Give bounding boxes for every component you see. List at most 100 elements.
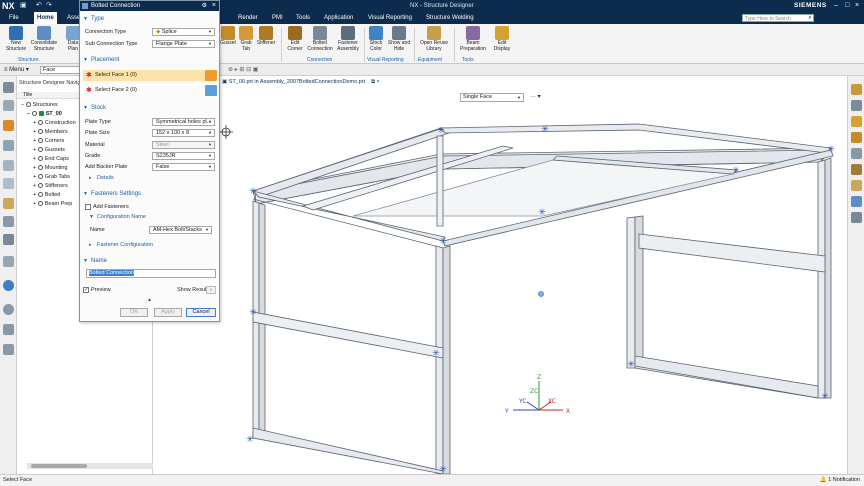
undo-icon[interactable]: ↶	[36, 0, 42, 12]
plate-size-dropdown[interactable]: 152 x 100 x 8 ▼	[152, 129, 215, 137]
face-select-icon[interactable]	[205, 85, 217, 96]
select-face-1[interactable]: ✱ Select Face 1 (0)	[83, 70, 217, 81]
visibility-icon[interactable]	[25, 102, 31, 108]
redo-icon[interactable]: ↷	[46, 0, 52, 12]
section-details[interactable]: ▸ Details	[89, 174, 114, 182]
plate-type-dropdown[interactable]: Symmetrical holes pl... ▼	[152, 118, 215, 126]
section-fastener-configuration[interactable]: ▸ Fastener Configuration	[89, 241, 153, 249]
close-icon[interactable]: ×	[212, 1, 216, 11]
structure-navigator-icon[interactable]	[3, 120, 14, 131]
plus-icon[interactable]: +	[33, 183, 38, 189]
section-name[interactable]: ▼ Name	[83, 257, 107, 265]
color-icon[interactable]	[851, 196, 862, 207]
section-fasteners-settings[interactable]: ▼ Fasteners Settings	[83, 190, 141, 198]
selection-intent-dropdown[interactable]: Single Face ▼	[460, 93, 524, 102]
data-plan-button[interactable]: Data Plan	[66, 26, 80, 52]
add-fasteners-checkbox[interactable]	[85, 204, 91, 210]
visibility-icon[interactable]	[37, 138, 43, 144]
notification-badge[interactable]: 🔔 1 Notification	[820, 475, 860, 486]
tab-close-icon[interactable]: ⧉ ×	[371, 79, 380, 85]
corner-icon[interactable]	[851, 132, 862, 143]
plus-icon[interactable]: +	[33, 138, 38, 144]
menu-button[interactable]: ≡ Menu ▾	[4, 66, 29, 73]
visibility-icon[interactable]	[37, 165, 43, 171]
member-icon[interactable]	[851, 84, 862, 95]
section-configuration-name[interactable]: ▼ Configuration Name	[89, 213, 146, 221]
preview-checkbox[interactable]: ✓	[83, 287, 89, 293]
weld-icon[interactable]	[851, 116, 862, 127]
ok-button[interactable]: OK	[120, 308, 148, 317]
config-name-dropdown[interactable]: AM-Hex Bolt/Stacks ▼	[149, 226, 212, 234]
save-icon[interactable]: ▣	[20, 0, 27, 12]
snap-tools-icon[interactable]: ⊕ ▸ ⊞ ⊟ ▣	[228, 66, 258, 73]
section-placement[interactable]: ▼ Placement	[83, 56, 119, 64]
grade-dropdown[interactable]: S235JR ▼	[152, 152, 215, 160]
connection-icon[interactable]	[851, 180, 862, 191]
structure-model[interactable]: ✳ ✳ ✳ ✳ ✳ ✳ ✳ ✳ ✳ ✳ ✳ ✳ ✳ Z ZC X Y YC XC	[153, 76, 847, 474]
tab-file[interactable]: File	[6, 12, 22, 24]
tab-tools[interactable]: Tools	[293, 12, 313, 24]
visibility-icon[interactable]	[37, 147, 43, 153]
plus-icon[interactable]: +	[33, 201, 38, 207]
stock-color-button[interactable]: Stock Color	[367, 26, 385, 52]
tab-render[interactable]: Render	[235, 12, 261, 24]
apply-button[interactable]: Apply	[154, 308, 182, 317]
part-file-tab[interactable]: ▣ ST_00.prt in Assembly_2007BoltedConnec…	[222, 78, 380, 87]
roles-icon[interactable]	[3, 324, 14, 335]
beam-icon[interactable]	[851, 100, 862, 111]
select-face-2[interactable]: ✱ Select Face 2 (0)	[83, 85, 217, 96]
edit-display-button[interactable]: Edit Display	[491, 26, 513, 52]
section-type[interactable]: ▼ Type	[83, 15, 104, 23]
visibility-icon[interactable]	[37, 183, 43, 189]
system-materials-icon[interactable]	[3, 256, 14, 267]
visibility-icon[interactable]	[37, 192, 43, 198]
section-stock[interactable]: ▼ Stock	[83, 104, 106, 112]
type-filter-dropdown[interactable]: Face	[40, 66, 84, 74]
beam-preparation-button[interactable]: Beam Preparation	[457, 26, 489, 52]
visibility-icon[interactable]	[31, 111, 37, 117]
sub-connection-type-dropdown[interactable]: Flange Plate ▼	[152, 40, 215, 48]
plus-icon[interactable]: +	[33, 129, 38, 135]
display-icon[interactable]	[851, 212, 862, 223]
globe-icon[interactable]	[3, 280, 14, 291]
reuse-library-icon[interactable]	[3, 178, 14, 189]
tab-structure-welding[interactable]: Structure Welding	[423, 12, 477, 24]
plus-icon[interactable]: +	[33, 147, 38, 153]
history-icon[interactable]	[3, 234, 14, 245]
stiffener-button[interactable]: Stiffener	[255, 26, 277, 47]
new-structure-button[interactable]: New Structure	[5, 26, 27, 52]
minimize-icon[interactable]: –	[834, 0, 838, 12]
gear-icon[interactable]: ⚙	[202, 1, 207, 11]
backer-plate-dropdown[interactable]: False ▼	[152, 163, 215, 171]
show-result-icon[interactable]: ⌕	[206, 286, 216, 294]
tab-home[interactable]: Home	[34, 12, 57, 24]
visibility-icon[interactable]	[37, 120, 43, 126]
constraint-navigator-icon[interactable]	[3, 160, 14, 171]
gear-icon[interactable]	[3, 82, 14, 93]
edit-corner-button[interactable]: Edit Corner	[285, 26, 305, 52]
face-select-icon[interactable]	[205, 70, 217, 81]
bolted-connection-button[interactable]: Bolted Connection	[306, 26, 334, 52]
show-and-hide-button[interactable]: Show and Hide	[387, 26, 411, 52]
visibility-icon[interactable]	[37, 174, 43, 180]
cancel-button[interactable]: Cancel	[186, 308, 216, 317]
scrollbar-thumb[interactable]	[31, 464, 87, 468]
web-browser-icon[interactable]	[3, 216, 14, 227]
hd3d-tools-icon[interactable]	[3, 198, 14, 209]
plus-icon[interactable]: +	[33, 156, 38, 162]
search-input[interactable]: Type Here to Search	[742, 14, 814, 22]
dialog-title-bar[interactable]: Bolted Connection ⚙ ×	[80, 1, 219, 11]
name-input[interactable]: Bolted Connection	[86, 269, 216, 278]
close-icon[interactable]: ×	[855, 0, 859, 12]
visibility-icon[interactable]	[37, 129, 43, 135]
plus-icon[interactable]: +	[33, 165, 38, 171]
plus-icon[interactable]: +	[33, 174, 38, 180]
tab-pmi[interactable]: PMI	[269, 12, 286, 24]
plus-icon[interactable]: +	[33, 120, 38, 126]
assembly-navigator-icon[interactable]	[3, 140, 14, 151]
end-cap-icon[interactable]	[851, 148, 862, 159]
tab-visual-reporting[interactable]: Visual Reporting	[365, 12, 415, 24]
graphics-viewport[interactable]: ✳ ✳ ✳ ✳ ✳ ✳ ✳ ✳ ✳ ✳ ✳ ✳ ✳ Z ZC X Y YC XC	[153, 76, 847, 474]
collapse-options-icon[interactable]: ▲	[147, 297, 152, 303]
visibility-icon[interactable]	[37, 201, 43, 207]
